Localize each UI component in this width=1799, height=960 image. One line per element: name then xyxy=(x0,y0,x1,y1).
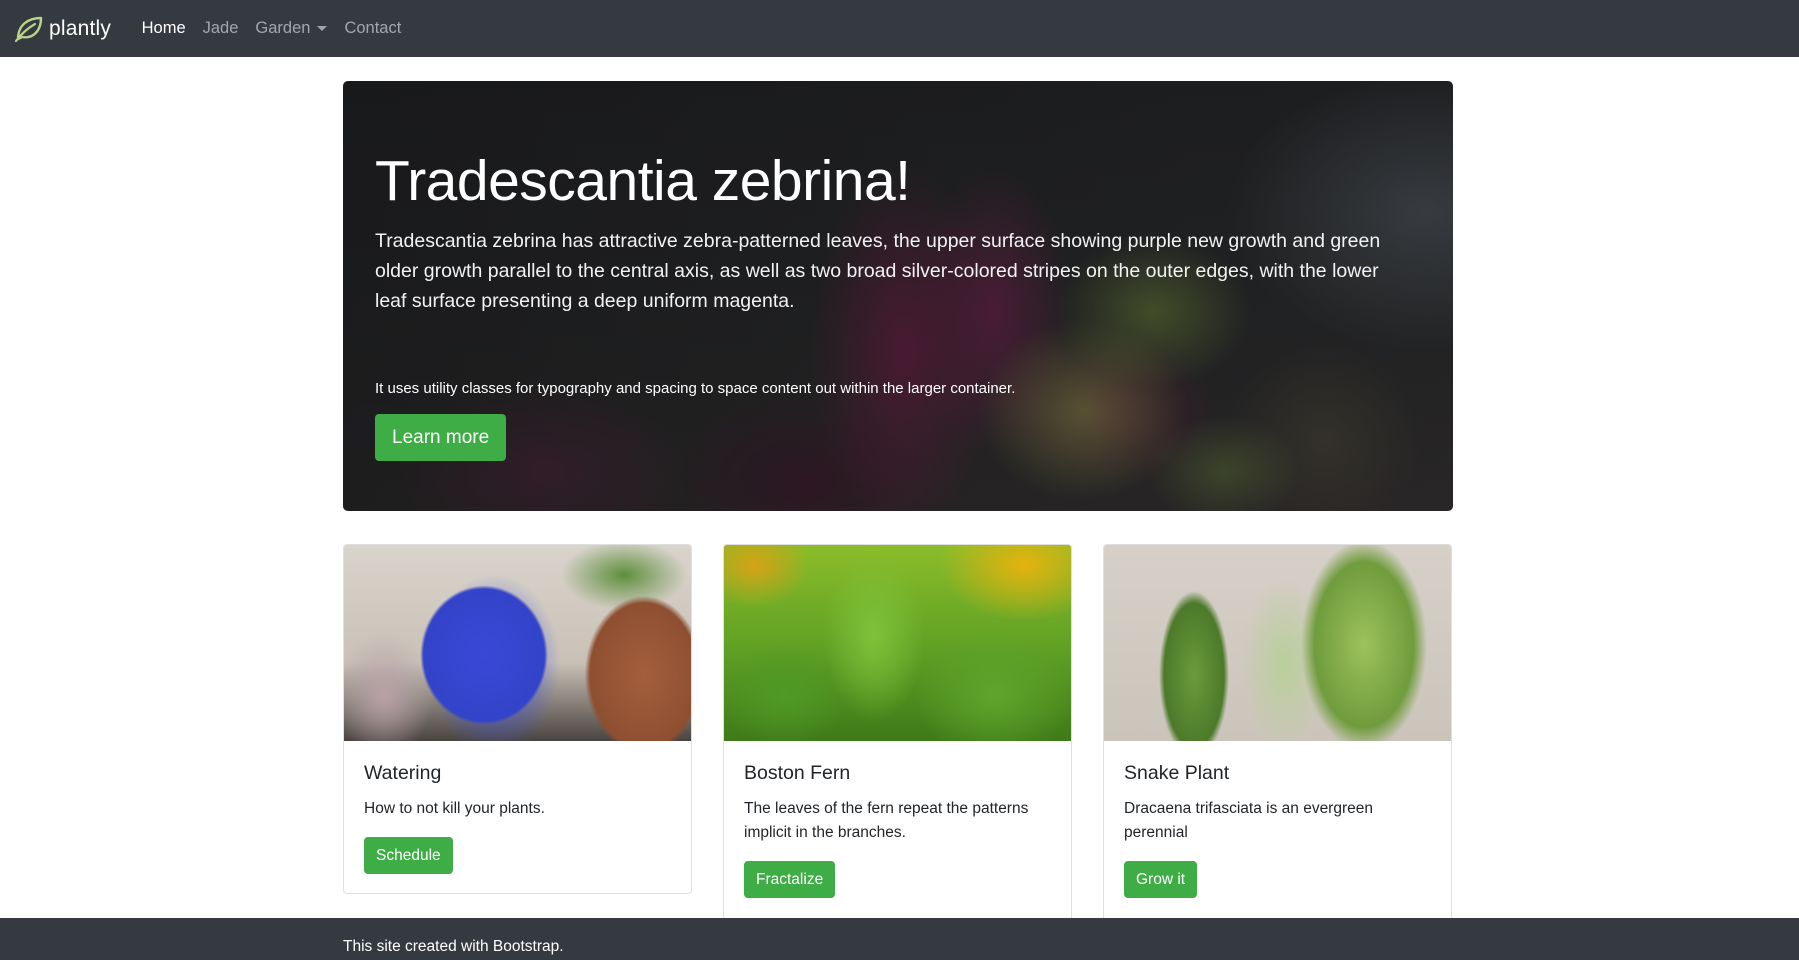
footer-text: This site created with Bootstrap. xyxy=(343,938,564,955)
hero-jumbotron: Tradescantia zebrina! Tradescantia zebri… xyxy=(343,81,1453,511)
card-watering: Watering How to not kill your plants. Sc… xyxy=(343,544,692,894)
card-title: Watering xyxy=(364,762,442,784)
nav-link-home[interactable]: Home xyxy=(133,19,194,38)
nav-link-garden-label: Garden xyxy=(255,19,311,37)
nav-links: Home Jade Garden Contact xyxy=(133,19,410,38)
page-footer: This site created with Bootstrap. xyxy=(0,918,1799,960)
card-image-boston-fern xyxy=(724,545,1071,741)
card-body: Boston Fern The leaves of the fern repea… xyxy=(724,741,1071,918)
grow-it-button[interactable]: Grow it xyxy=(1124,861,1198,898)
hero-lead: Tradescantia zebrina has attractive zebr… xyxy=(375,230,1381,312)
nav-link-contact[interactable]: Contact xyxy=(336,19,410,38)
card-snake-plant: Snake Plant Dracaena trifasciata is an e… xyxy=(1103,544,1452,924)
nav-link-jade[interactable]: Jade xyxy=(194,19,247,38)
card-image-snake-plant xyxy=(1104,545,1451,741)
card-text: Dracaena trifasciata is an evergreen per… xyxy=(1124,800,1373,841)
leaf-logo-icon xyxy=(14,15,44,43)
brand-link[interactable]: plantly xyxy=(14,15,111,43)
nav-link-garden-dropdown[interactable]: Garden xyxy=(247,19,336,38)
brand-name: plantly xyxy=(49,16,112,40)
hero-note: It uses utility classes for typography a… xyxy=(375,380,1016,397)
card-text: How to not kill your plants. xyxy=(364,800,545,817)
caret-down-icon xyxy=(317,26,328,31)
card-boston-fern: Boston Fern The leaves of the fern repea… xyxy=(723,544,1072,924)
card-body: Snake Plant Dracaena trifasciata is an e… xyxy=(1104,741,1451,918)
fractalize-button[interactable]: Fractalize xyxy=(744,861,836,898)
hero-title: Tradescantia zebrina! xyxy=(375,149,911,213)
card-title: Snake Plant xyxy=(1124,762,1230,784)
card-body: Watering How to not kill your plants. Sc… xyxy=(344,741,691,893)
learn-more-button[interactable]: Learn more xyxy=(375,414,507,461)
hero-content: Tradescantia zebrina! Tradescantia zebri… xyxy=(375,153,1415,461)
card-image-watering xyxy=(344,545,691,741)
schedule-button[interactable]: Schedule xyxy=(364,837,453,874)
card-text: The leaves of the fern repeat the patter… xyxy=(744,800,1029,841)
card-title: Boston Fern xyxy=(744,762,851,784)
top-navbar: plantly Home Jade Garden Contact xyxy=(0,0,1799,57)
